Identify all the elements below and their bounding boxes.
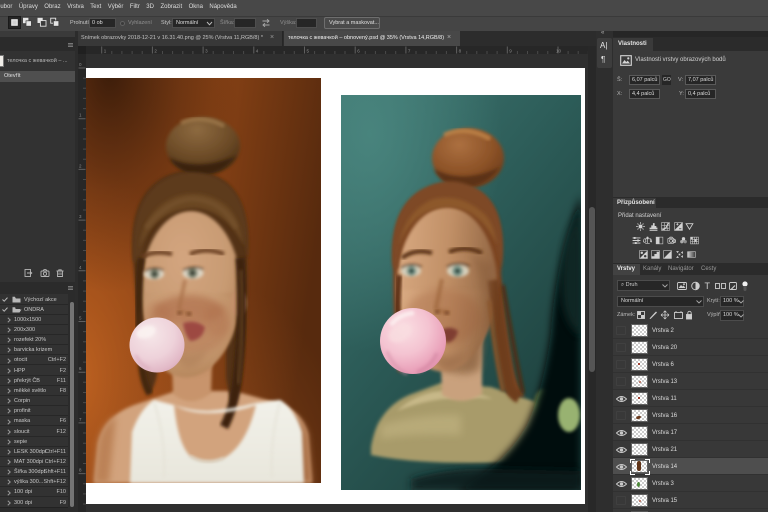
svg-text:10: 10 [556,49,562,54]
svg-text:T: T [705,281,711,291]
